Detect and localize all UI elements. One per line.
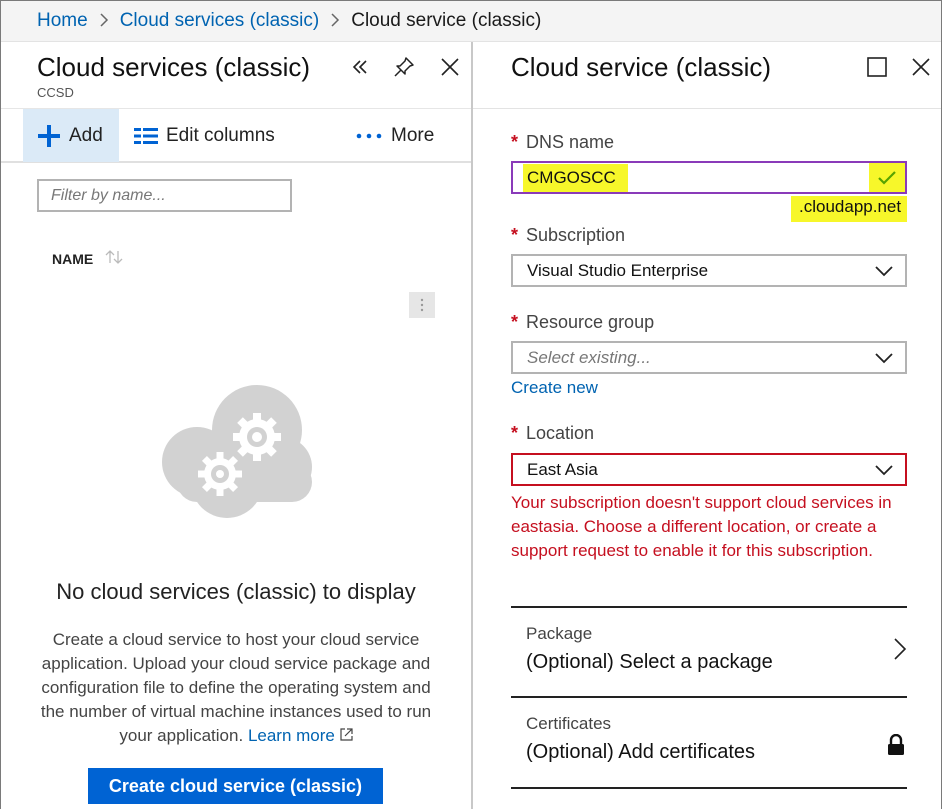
cloud-gears-icon: [157, 382, 317, 527]
dns-name-label: * DNS name: [511, 132, 614, 153]
dns-name-label-text: DNS name: [526, 132, 615, 152]
close-icon[interactable]: [908, 54, 934, 80]
certificates-section[interactable]: Certificates (Optional) Add certificates: [511, 696, 907, 789]
cloud-services-list-blade: Cloud services (classic) CCSD Add Edit c…: [1, 42, 473, 809]
resource-group-placeholder: Select existing...: [527, 347, 651, 367]
breadcrumb-cloud-services-link[interactable]: Cloud services (classic): [120, 10, 320, 32]
create-new-link[interactable]: Create new: [511, 378, 598, 398]
more-icon: [356, 133, 382, 139]
resource-group-label: * Resource group: [511, 312, 654, 333]
certificates-value: (Optional) Add certificates: [526, 741, 755, 763]
maximize-icon[interactable]: [864, 54, 890, 80]
location-error-message: Your subscription doesn't support cloud …: [511, 493, 892, 560]
breadcrumb-home-link[interactable]: Home: [37, 10, 88, 32]
dns-suffix: .cloudapp.net: [791, 196, 907, 222]
header-divider: [473, 108, 941, 109]
chevron-right-icon: [330, 11, 340, 32]
empty-state-title: No cloud services (classic) to display: [56, 579, 416, 604]
name-column-header[interactable]: NAME: [52, 250, 123, 267]
name-column-label: NAME: [52, 250, 94, 267]
package-value: (Optional) Select a package: [526, 651, 773, 673]
add-button[interactable]: Add: [23, 109, 119, 162]
required-marker: *: [511, 225, 519, 245]
edit-columns-label: Edit columns: [166, 124, 275, 146]
close-icon[interactable]: [437, 54, 463, 80]
learn-more-link[interactable]: Learn more: [248, 726, 353, 745]
chevron-down-icon: [875, 461, 893, 484]
subscription-select[interactable]: Visual Studio Enterprise: [511, 254, 907, 287]
certificates-label: Certificates: [526, 714, 612, 733]
empty-state-description: Create a cloud service to host your clou…: [31, 628, 441, 748]
empty-state-text: Create a cloud service to host your clou…: [40, 630, 432, 745]
filter-input[interactable]: Filter by name...: [37, 179, 292, 212]
resource-group-label-text: Resource group: [526, 312, 655, 332]
filter-placeholder: Filter by name...: [51, 186, 166, 204]
context-menu-icon[interactable]: [409, 292, 435, 318]
location-label: * Location: [511, 423, 594, 444]
required-marker: *: [511, 423, 519, 443]
add-button-label: Add: [69, 124, 103, 146]
package-section[interactable]: Package (Optional) Select a package: [511, 606, 907, 695]
toolbar: Add Edit columns More: [1, 108, 471, 163]
breadcrumb: Home Cloud services (classic) Cloud serv…: [1, 1, 941, 42]
chevron-down-icon: [875, 349, 893, 372]
package-label: Package: [526, 624, 593, 643]
subscription-label-text: Subscription: [526, 225, 626, 245]
lock-icon: [887, 733, 905, 761]
checkmark-icon: [869, 163, 905, 192]
external-link-icon: [340, 726, 353, 745]
more-label: More: [391, 124, 435, 146]
sort-icon[interactable]: [105, 250, 123, 267]
blade-title: Cloud services (classic): [37, 52, 311, 82]
breadcrumb-current: Cloud service (classic): [351, 10, 542, 31]
plus-icon: [37, 124, 61, 148]
more-button[interactable]: More: [356, 109, 434, 162]
chevron-right-icon: [99, 11, 109, 32]
resource-group-select[interactable]: Select existing...: [511, 341, 907, 374]
blade-title: Cloud service (classic): [511, 52, 772, 82]
chevron-down-icon: [875, 262, 893, 285]
location-label-text: Location: [526, 423, 595, 443]
learn-more-label: Learn more: [247, 726, 335, 745]
subscription-value: Visual Studio Enterprise: [527, 260, 709, 280]
dns-name-input[interactable]: CMGOSCC: [511, 161, 907, 194]
location-select[interactable]: East Asia: [511, 453, 907, 486]
create-cloud-service-blade: Cloud service (classic) * DNS name CMGOSC…: [473, 42, 941, 809]
location-value: East Asia: [527, 459, 598, 479]
required-marker: *: [511, 132, 519, 152]
collapse-icon[interactable]: [347, 54, 373, 80]
create-cloud-service-button[interactable]: Create cloud service (classic): [88, 768, 383, 804]
subscription-label: * Subscription: [511, 225, 625, 246]
chevron-right-icon: [893, 638, 907, 665]
edit-columns-button[interactable]: Edit columns: [134, 109, 275, 162]
pin-icon[interactable]: [391, 54, 417, 80]
required-marker: *: [511, 312, 519, 332]
dns-name-value: CMGOSCC: [523, 163, 628, 192]
blade-subtitle: CCSD: [37, 85, 74, 100]
columns-icon: [134, 127, 158, 145]
